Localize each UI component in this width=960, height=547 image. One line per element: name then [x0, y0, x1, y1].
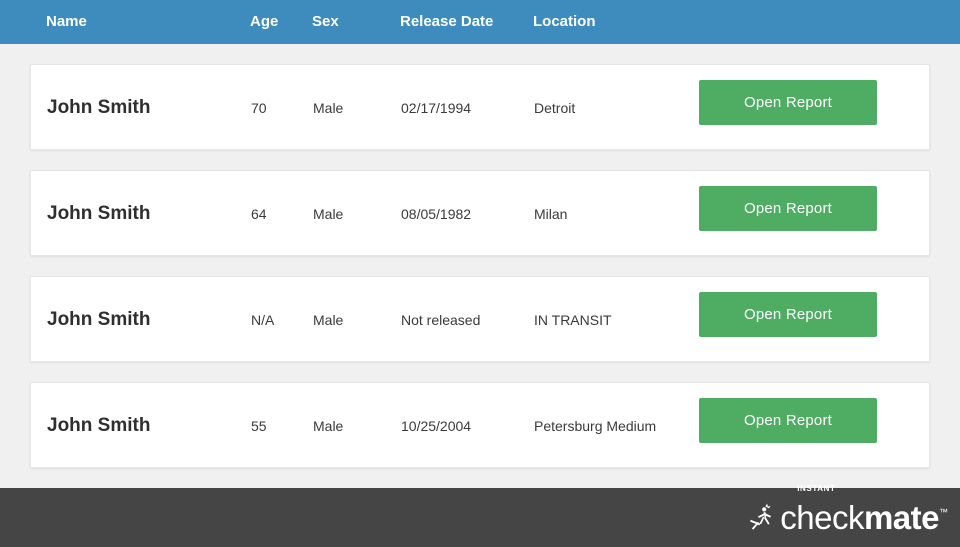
table-header: Name Age Sex Release Date Location — [0, 0, 960, 44]
results-page: Name Age Sex Release Date Location John … — [0, 0, 960, 547]
cell-name: John Smith — [47, 203, 151, 224]
column-header-age: Age — [250, 13, 279, 30]
cell-age: N/A — [251, 312, 275, 328]
column-header-name: Name — [46, 13, 87, 30]
table-row[interactable]: John Smith 64 Male 08/05/1982 Milan Open… — [30, 170, 930, 256]
cell-age: 64 — [251, 206, 267, 222]
cell-age: 55 — [251, 418, 267, 434]
table-row[interactable]: John Smith N/A Male Not released IN TRAN… — [30, 276, 930, 362]
table-row[interactable]: John Smith 55 Male 10/25/2004 Petersburg… — [30, 382, 930, 468]
brand-tagline: INSTANT — [797, 483, 836, 493]
table-row[interactable]: John Smith 70 Male 02/17/1994 Detroit Op… — [30, 64, 930, 150]
cell-location: Petersburg Medium — [534, 418, 657, 434]
brand-word-check: check — [780, 498, 864, 536]
column-header-sex: Sex — [312, 13, 339, 30]
column-header-release-date: Release Date — [400, 13, 494, 30]
cell-sex: Male — [313, 312, 344, 328]
starburst-person-icon — [750, 503, 772, 530]
column-header-location: Location — [533, 13, 596, 30]
brand-word-mate: mate — [863, 498, 940, 536]
cell-location: Detroit — [534, 100, 576, 116]
cell-name: John Smith — [47, 97, 151, 118]
results-list: John Smith 70 Male 02/17/1994 Detroit Op… — [0, 44, 960, 488]
cell-location: Milan — [534, 206, 568, 222]
cell-release-date: 10/25/2004 — [401, 418, 472, 434]
footer-bar: INSTANT check mate ™ — [0, 484, 960, 547]
open-report-button[interactable]: Open Report — [699, 186, 877, 231]
cell-age: 70 — [251, 100, 267, 116]
trademark-symbol: ™ — [939, 506, 948, 517]
brand-logo: INSTANT check mate ™ — [750, 484, 948, 547]
open-report-button[interactable]: Open Report — [699, 292, 877, 337]
cell-location: IN TRANSIT — [534, 312, 612, 328]
cell-sex: Male — [313, 100, 344, 116]
open-report-button[interactable]: Open Report — [699, 80, 877, 125]
cell-name: John Smith — [47, 309, 151, 330]
cell-name: John Smith — [47, 415, 151, 436]
cell-release-date: 02/17/1994 — [401, 100, 472, 116]
cell-release-date: 08/05/1982 — [401, 206, 472, 222]
cell-release-date: Not released — [401, 312, 481, 328]
open-report-button[interactable]: Open Report — [699, 398, 877, 443]
cell-sex: Male — [313, 418, 344, 434]
brand-wordmark: INSTANT check mate ™ — [780, 484, 948, 537]
cell-sex: Male — [313, 206, 344, 222]
